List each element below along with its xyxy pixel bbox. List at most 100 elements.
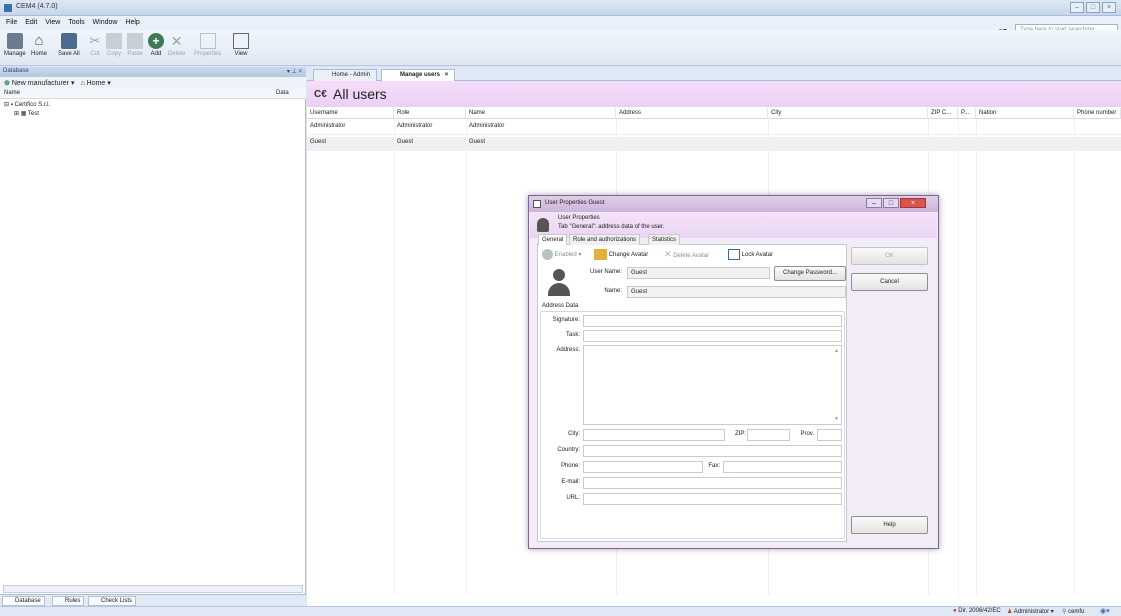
menu-tools[interactable]: Tools [68,19,84,26]
cancel-button[interactable]: Cancel [851,273,928,291]
check-icon [542,249,553,260]
page-title: All users [333,86,387,102]
maximize-button[interactable]: □ [883,198,899,208]
col-zip[interactable]: ZIP C... [928,108,958,119]
task-field[interactable] [583,330,842,342]
panel-pin-close-icon[interactable]: ▾ ⊥ × [287,68,302,75]
tab-statistics[interactable]: Statistics [648,234,681,245]
tab-rules[interactable]: Rules [52,596,85,606]
menu-file[interactable]: File [6,19,17,26]
menu-help[interactable]: Help [125,19,139,26]
col-address[interactable]: Address [616,108,768,119]
col-role[interactable]: Role [394,108,466,119]
user-status[interactable]: ♟ Administrator ▾ [1007,608,1054,615]
horizontal-scrollbar[interactable] [3,585,303,593]
menu-view[interactable]: View [45,19,60,26]
col-city[interactable]: City [768,108,928,119]
tab-manage-users[interactable]: Manage users × [381,69,456,81]
tab-check-lists[interactable]: Check Lists [88,596,137,606]
tab-general[interactable]: General [538,234,568,245]
fax-field[interactable] [723,461,842,473]
tab-role-authorizations[interactable]: Role and authorizations [569,234,641,245]
cell-name: Guest [469,139,486,145]
zip-field[interactable] [747,429,790,441]
country-field[interactable] [583,445,842,457]
tab-home-admin[interactable]: Home - Admin [313,69,378,81]
tree-item-certifico[interactable]: ⊟ ▪ Certifico S.r.l. [4,101,50,108]
globe-icon[interactable]: ◉▾ [1100,607,1110,615]
copy-button[interactable]: Copy [106,33,122,57]
dropdown-icon[interactable]: ▾ [71,80,75,87]
task-label: Task: [565,332,580,338]
scroll-down-icon[interactable]: ▼ [834,416,839,422]
col-name[interactable]: Name [466,108,616,119]
lock-avatar-button[interactable]: Lock Avatar [728,249,773,260]
close-button[interactable]: × [900,198,926,208]
cut-icon: ✂ [89,33,101,48]
home-button[interactable]: ⌂ Home [31,33,47,58]
enabled-button[interactable]: Enabled ▾ [542,249,581,260]
grid-line [1074,119,1075,595]
dialog-icon [533,200,541,208]
delete-button[interactable]: ✕ Delete [168,33,185,57]
view-button[interactable]: View [233,33,249,57]
delete-avatar-button[interactable]: ✕ Delete Avatar [664,249,709,260]
menu-bar: File Edit View Tools Window Help [0,16,1121,30]
change-avatar-button[interactable]: Change Avatar [594,249,648,260]
col-phone[interactable]: Phone number [1074,108,1121,119]
menu-edit[interactable]: Edit [25,19,37,26]
email-field[interactable] [583,477,842,489]
cell-role: Administrator [397,123,433,129]
save-all-button[interactable]: Save All [58,33,80,57]
scroll-up-icon[interactable]: ▲ [834,348,839,354]
name-field[interactable]: Guest [627,286,846,298]
signature-label: Signature: [552,317,580,323]
col-data[interactable]: Data [276,90,289,96]
minimize-button[interactable]: – [1070,2,1084,13]
minimize-button[interactable]: – [866,198,882,208]
tree-item-test[interactable]: ⊞ ▦ Test [14,110,39,117]
help-button[interactable]: Help [851,516,928,534]
tab-database[interactable]: Database [2,596,45,606]
cell-role: Guest [397,139,414,145]
col-username[interactable]: Username [307,108,394,119]
cell-name: Administrator [469,123,505,129]
toolbar: Manage ⌂ Home Save All ✂ Cut Copy Paste … [0,30,1121,66]
col-province[interactable]: P... [958,108,976,119]
dropdown-icon[interactable]: ▾ [107,80,111,87]
col-nation[interactable]: Nation [976,108,1074,119]
signature-field[interactable] [583,315,842,327]
view-icon [233,33,249,49]
close-tab-icon[interactable]: × [445,72,449,78]
email-label: E-mail: [561,479,580,485]
add-button[interactable]: + Add [148,33,164,57]
ok-button[interactable]: OK [851,247,928,265]
table-row[interactable]: Guest Guest Guest [307,137,1121,151]
menu-window[interactable]: Window [93,19,118,26]
phone-field[interactable] [583,461,703,473]
copy-icon [106,33,122,49]
folder-icon [594,249,607,260]
grid-line [466,119,467,595]
url-field[interactable] [583,493,842,505]
user-name-field[interactable]: Guest [627,267,770,279]
delete-icon: ✕ [664,249,672,259]
properties-button[interactable]: Properties [194,33,221,57]
close-button[interactable]: × [1102,2,1116,13]
fax-label: Fax: [708,463,720,469]
address-field[interactable]: ▲ ▼ [583,345,842,425]
cut-button[interactable]: ✂ Cut [87,33,103,57]
change-password-button[interactable]: Change Password... [774,266,846,281]
directive-status[interactable]: ● Dir. 2006/42/EC [953,608,1001,614]
manage-button[interactable]: Manage [4,33,26,57]
panel-home-button[interactable]: Home [87,80,106,87]
col-name[interactable]: Name [4,90,20,96]
new-manufacturer-button[interactable]: New manufacturer [12,80,69,87]
db-status[interactable]: ⚲ cemfu [1062,608,1084,615]
paste-button[interactable]: Paste [127,33,143,57]
country-label: Country: [557,447,580,453]
prov-field[interactable] [817,429,842,441]
city-field[interactable] [583,429,725,441]
table-row[interactable]: Administrator Administrator Administrato… [307,121,1121,135]
maximize-button[interactable]: □ [1086,2,1100,13]
